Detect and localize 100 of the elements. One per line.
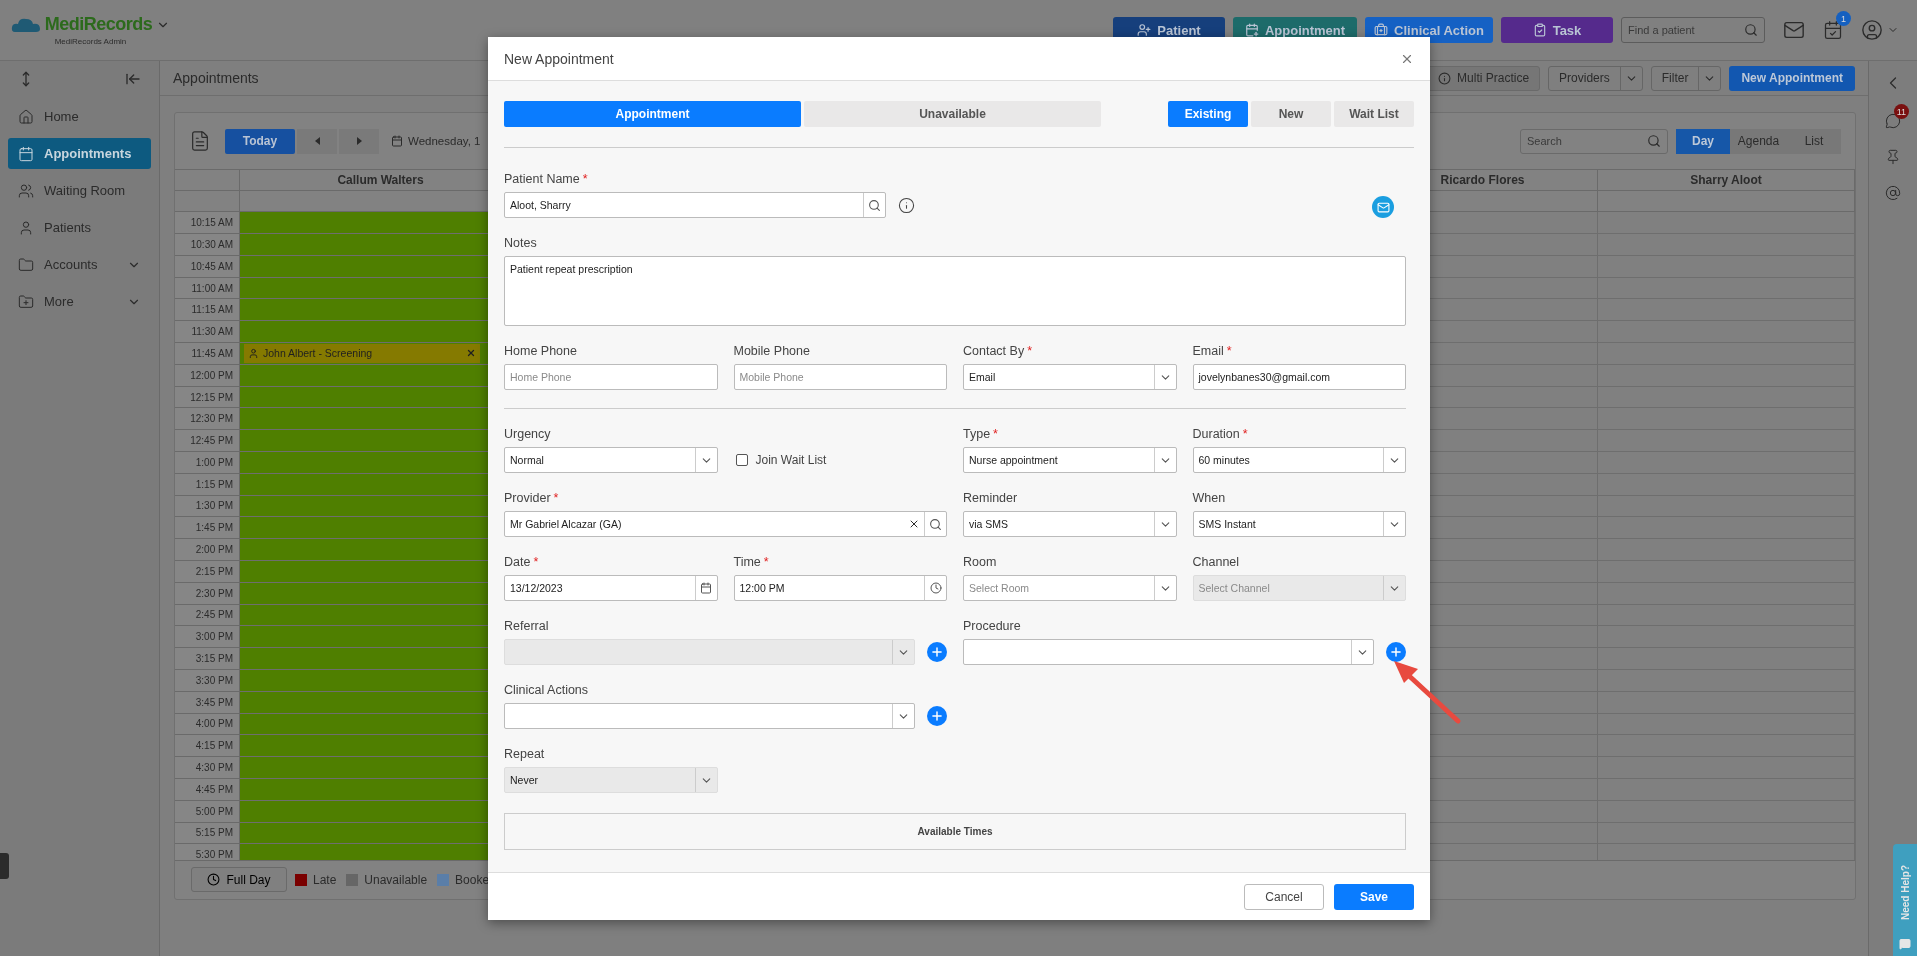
pointer-arrow	[1394, 661, 1461, 724]
patient-tab[interactable]: Existing	[1168, 101, 1248, 127]
nav-item[interactable]: Accounts	[8, 249, 151, 280]
mail-icon[interactable]	[1783, 19, 1805, 41]
pin-icon[interactable]	[1885, 149, 1901, 165]
providers-dropdown[interactable]: Providers	[1548, 65, 1643, 91]
dropdown[interactable]: Email	[963, 364, 1177, 390]
info-icon	[1438, 71, 1452, 85]
date-label: Wednesday, 1	[408, 135, 481, 148]
info-icon[interactable]	[898, 196, 915, 214]
nav-item[interactable]: Home	[8, 101, 151, 132]
time-label: 1:00 PM	[175, 452, 240, 474]
dropdown[interactable]: via SMS	[963, 511, 1177, 537]
view-tab[interactable]: List	[1787, 128, 1841, 154]
field-label: Procedure	[963, 619, 1022, 635]
pdf-icon[interactable]	[189, 130, 211, 153]
plus-icon	[930, 709, 944, 723]
input-field[interactable]: Home Phone	[504, 364, 718, 390]
app-logo-text: MediRecords	[44, 14, 153, 35]
time-label: 5:15 PM	[175, 822, 240, 845]
time-label: 12:45 PM	[175, 430, 240, 452]
time-label: 10:30 AM	[175, 234, 240, 256]
time-label: 11:00 AM	[175, 277, 240, 300]
email-button[interactable]	[1372, 196, 1394, 218]
calendar-check-icon[interactable]	[1823, 20, 1843, 40]
mode-tab[interactable]: Unavailable	[804, 101, 1101, 127]
legend-label: Late	[313, 872, 337, 887]
folder-icon	[18, 256, 34, 273]
search-field[interactable]: Aloot, Sharry	[504, 192, 886, 218]
checkbox[interactable]	[735, 454, 748, 466]
add-clinical-action-button[interactable]	[927, 706, 947, 726]
full-day-button[interactable]: Full Day	[191, 867, 287, 893]
quick-action-button[interactable]: Task	[1501, 17, 1613, 43]
time-label: 2:30 PM	[175, 582, 240, 605]
notes-field[interactable]: Patient repeat prescription	[504, 256, 1406, 326]
search-field[interactable]: Mr Gabriel Alcazar (GA)	[504, 511, 947, 537]
time-label: 4:00 PM	[175, 713, 240, 736]
nav-item[interactable]: Appointments	[8, 138, 151, 169]
nav-item[interactable]: More	[8, 286, 151, 317]
dropdown[interactable]: 60 minutes	[1192, 447, 1406, 473]
dropdown[interactable]: SMS Instant	[1192, 511, 1406, 537]
search-field[interactable]: Search	[1520, 128, 1668, 154]
plus-icon	[930, 645, 944, 659]
cancel-button[interactable]: Cancel	[1244, 883, 1324, 910]
field-label: Reminder	[963, 491, 1019, 507]
mode-tab[interactable]: Appointment	[504, 101, 801, 127]
field-label: Referral	[504, 619, 550, 635]
patient-tab[interactable]: Wait List	[1334, 101, 1414, 127]
people-icon	[18, 182, 34, 199]
time-label: 11:15 AM	[175, 299, 240, 322]
mail-icon	[1376, 200, 1390, 214]
nav-item[interactable]: Patients	[8, 212, 151, 243]
legend-label: Unavailable	[364, 872, 428, 887]
view-tab[interactable]: Agenda	[1730, 128, 1787, 154]
medical-case-icon	[1374, 23, 1389, 37]
add-procedure-button[interactable]	[1386, 642, 1406, 662]
calendar-icon	[18, 145, 34, 162]
avatar-icon	[248, 347, 259, 359]
calendar-icon	[700, 582, 712, 594]
nav-item[interactable]: Waiting Room	[8, 175, 151, 206]
dropdown[interactable]: Nurse appointment	[963, 447, 1177, 473]
field-label: Urgency	[504, 427, 552, 443]
field-label: Mobile Phone	[733, 344, 811, 360]
chat-icon[interactable]	[1885, 113, 1901, 129]
filter-dropdown[interactable]: Filter	[1650, 65, 1722, 91]
input-field[interactable]: Mobile Phone	[733, 364, 947, 390]
field-label: When	[1192, 491, 1227, 507]
time-label: 3:30 PM	[175, 669, 240, 692]
add-referral-button[interactable]	[927, 642, 947, 662]
date-field[interactable]: 13/12/2023	[504, 575, 718, 601]
dropdown[interactable]: Select Room	[963, 575, 1177, 601]
search-field[interactable]: Find a patient	[1621, 17, 1765, 43]
available-times-bar[interactable]: Available Times	[504, 813, 1406, 850]
time-label: 4:45 PM	[175, 778, 240, 801]
time-label: 2:15 PM	[175, 561, 240, 583]
dropdown[interactable]: Normal	[504, 447, 718, 473]
close-icon[interactable]	[466, 348, 476, 359]
field-label: Email *	[1192, 344, 1233, 360]
clock-icon	[207, 873, 221, 887]
time-label: 1:45 PM	[175, 517, 240, 540]
help-tab[interactable]: Need Help?	[1893, 844, 1917, 956]
today-button[interactable]: Today	[225, 128, 295, 154]
time-label: 4:30 PM	[175, 757, 240, 779]
appointment-event[interactable]: John Albert - Screening	[244, 344, 480, 363]
input-field[interactable]: jovelynbanes30@gmail.com	[1192, 364, 1406, 390]
multi-practice-button[interactable]: Multi Practice	[1427, 65, 1541, 91]
patient-tab[interactable]: New	[1251, 101, 1331, 127]
time-label: 4:15 PM	[175, 735, 240, 758]
new-appointment-button[interactable]: New Appointment	[1729, 65, 1855, 91]
time-label: 1:15 PM	[175, 473, 240, 496]
at-sign-icon[interactable]	[1885, 185, 1901, 201]
user-icon[interactable]	[1861, 19, 1883, 41]
time-field[interactable]: 12:00 PM	[733, 575, 947, 601]
calendar-icon	[391, 135, 403, 148]
person-icon	[18, 219, 34, 236]
save-button[interactable]: Save	[1334, 883, 1414, 910]
field-label: Date *	[504, 555, 540, 571]
collapse-icon[interactable]	[125, 71, 141, 87]
view-tab[interactable]: Day	[1676, 128, 1730, 154]
account-name: MediRecords Admin	[54, 37, 127, 46]
